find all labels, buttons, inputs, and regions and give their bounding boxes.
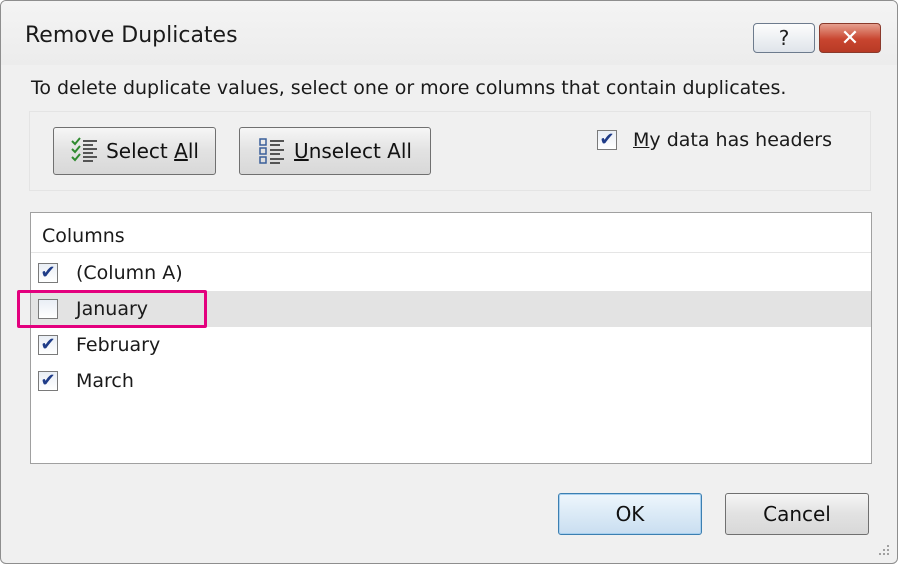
select-all-icon bbox=[70, 136, 98, 166]
checkmark-icon: ✔ bbox=[599, 129, 615, 150]
list-item-february[interactable]: ✔ February bbox=[31, 327, 871, 363]
my-data-has-headers-option[interactable]: ✔ My data has headers bbox=[597, 129, 832, 151]
select-all-label: Select All bbox=[106, 139, 199, 163]
headers-checkbox[interactable]: ✔ bbox=[597, 130, 617, 150]
ok-button[interactable]: OK bbox=[558, 493, 702, 535]
columns-list-header: Columns bbox=[31, 213, 871, 253]
instruction-text: To delete duplicate values, select one o… bbox=[31, 77, 787, 99]
list-item-march[interactable]: ✔ March bbox=[31, 363, 871, 399]
checkmark-icon: ✔ bbox=[40, 370, 56, 391]
column-a-checkbox[interactable]: ✔ bbox=[38, 263, 58, 283]
remove-duplicates-dialog: Remove Duplicates ? ✕ To delete duplicat… bbox=[0, 0, 898, 564]
unselect-all-label: Unselect All bbox=[294, 139, 412, 163]
checkmark-icon: ✔ bbox=[40, 262, 56, 283]
help-button[interactable]: ? bbox=[753, 23, 815, 53]
headers-label: My data has headers bbox=[633, 129, 832, 151]
unselect-all-button[interactable]: Unselect All bbox=[239, 127, 431, 175]
february-checkbox[interactable]: ✔ bbox=[38, 335, 58, 355]
march-checkbox[interactable]: ✔ bbox=[38, 371, 58, 391]
close-icon: ✕ bbox=[840, 25, 860, 51]
title-bar: Remove Duplicates ? ✕ bbox=[1, 1, 897, 65]
list-item-column-a[interactable]: ✔ (Column A) bbox=[31, 255, 871, 291]
unselect-all-icon bbox=[258, 136, 286, 166]
columns-list: Columns ✔ (Column A) January ✔ February … bbox=[30, 212, 872, 464]
resize-grip-icon[interactable] bbox=[877, 543, 891, 557]
list-item-label: March bbox=[76, 370, 134, 392]
january-highlight-box bbox=[17, 290, 207, 328]
columns-header-label: Columns bbox=[42, 225, 125, 247]
list-item-label: (Column A) bbox=[76, 262, 183, 284]
checkmark-icon: ✔ bbox=[40, 334, 56, 355]
close-button[interactable]: ✕ bbox=[819, 23, 881, 53]
dialog-title: Remove Duplicates bbox=[25, 23, 238, 48]
select-all-button[interactable]: Select All bbox=[53, 127, 216, 175]
cancel-button[interactable]: Cancel bbox=[725, 493, 869, 535]
list-item-label: February bbox=[76, 334, 161, 356]
help-icon: ? bbox=[778, 26, 790, 50]
